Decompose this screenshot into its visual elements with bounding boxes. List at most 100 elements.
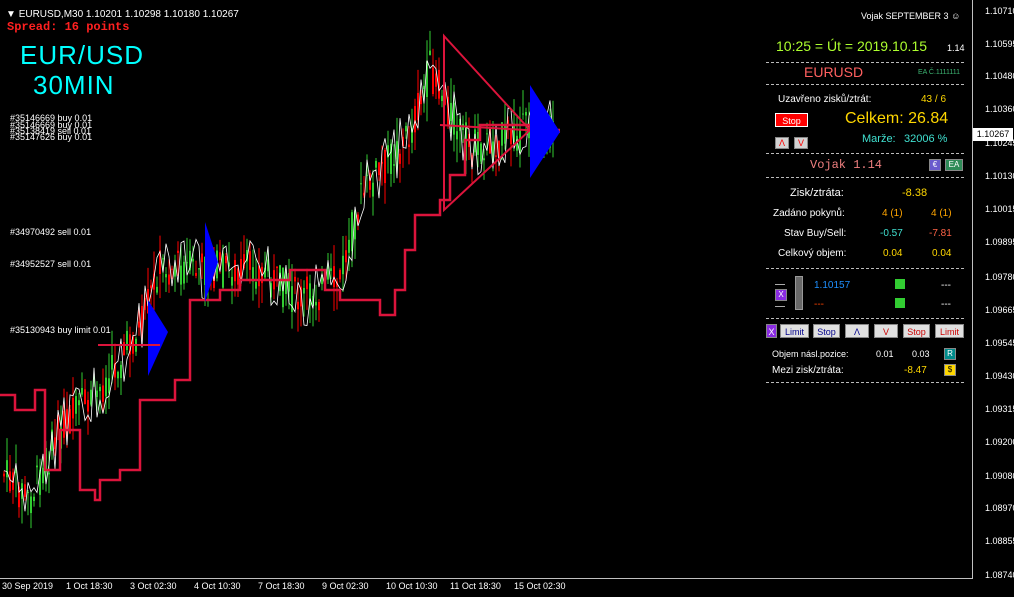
margin-value: 32006 % (904, 133, 948, 145)
candle-body (183, 261, 185, 284)
order-label[interactable]: #34970492 sell 0.01 (10, 227, 91, 237)
level-right-value: --- (941, 280, 951, 291)
sell-limit-button[interactable]: Limit (935, 324, 964, 338)
candle-body (99, 386, 101, 392)
price-tick: 1.10710 (985, 6, 1014, 16)
order-label[interactable]: #34952527 sell 0.01 (10, 259, 91, 269)
level-price: 1.10157 (814, 280, 851, 291)
order-label[interactable]: #35147626 buy 0.01 (10, 132, 92, 142)
dollar-button[interactable]: $ (944, 364, 956, 376)
candle-body (429, 50, 431, 55)
state-label: Stav Buy/Sell: (784, 228, 847, 239)
panel-divider (766, 62, 964, 63)
stop-all-button[interactable]: Stop (775, 113, 808, 127)
time-tick: 4 Oct 10:30 (194, 581, 241, 591)
price-tick: 1.09895 (985, 237, 1014, 247)
candle-body (522, 113, 524, 115)
candle-body (456, 131, 458, 140)
price-tick: 1.09200 (985, 437, 1014, 447)
candle-body (510, 129, 512, 145)
pl-value: -8.38 (902, 187, 928, 199)
candle-body (117, 371, 119, 379)
candle-body (198, 268, 200, 270)
logo-pair: EUR/USD (20, 40, 145, 70)
candle-body (30, 496, 32, 514)
candle-body (399, 153, 401, 164)
candle-body (384, 149, 386, 184)
state-sell: -7.81 (929, 228, 952, 239)
level-status-icon[interactable] (895, 298, 905, 308)
candle-body (192, 258, 194, 262)
candle-body (168, 274, 170, 285)
down-button[interactable]: V (794, 137, 808, 149)
panel-clock-suffix: 1.14 (947, 43, 965, 53)
candle-body (480, 143, 482, 162)
total-profit: Celkem: 26.84 (845, 110, 949, 127)
close-x-button[interactable]: X (766, 324, 777, 338)
panel-divider (766, 382, 964, 383)
panel-symbol: EURUSD (804, 64, 864, 80)
panel-divider (766, 318, 964, 319)
candle-body (360, 183, 362, 185)
candle-body (234, 260, 236, 282)
next-volume-label: Objem násl.pozice: (772, 349, 849, 359)
candle-body (450, 102, 452, 122)
candle-body (477, 131, 479, 155)
candle-body (525, 111, 527, 116)
projection-arrow (148, 300, 168, 376)
candle-body (294, 276, 296, 282)
level-line-icon (775, 284, 785, 285)
time-tick: 7 Oct 18:30 (258, 581, 305, 591)
buy-button[interactable]: Λ (845, 324, 869, 338)
candle-body (102, 385, 104, 402)
intermediate-value: -8.47 (904, 365, 927, 376)
price-tick: 1.08970 (985, 503, 1014, 513)
price-tick: 1.09780 (985, 272, 1014, 282)
state-buy: -0.57 (880, 228, 903, 239)
candle-body (78, 400, 80, 406)
candle-body (87, 400, 89, 412)
pl-label: Zisk/ztráta: (790, 187, 844, 199)
level-x-button[interactable]: X (775, 289, 787, 301)
candle-body (123, 342, 125, 356)
candle-body (33, 496, 35, 502)
euro-badge[interactable]: € (929, 159, 941, 171)
price-tick: 1.09430 (985, 371, 1014, 381)
candle-body (318, 301, 320, 311)
candle-body (162, 258, 164, 260)
candle-body (222, 253, 224, 288)
level-slider[interactable] (795, 276, 803, 310)
sell-stop-button[interactable]: Stop (903, 324, 930, 338)
price-tick: 1.09665 (985, 305, 1014, 315)
logo-timeframe: 30MIN (33, 70, 115, 100)
buy-stop-button[interactable]: Stop (813, 324, 840, 338)
candle-body (36, 465, 38, 468)
time-tick: 3 Oct 02:30 (130, 581, 177, 591)
candle-body (483, 158, 485, 161)
candle-body (126, 330, 128, 351)
level-status-icon[interactable] (895, 279, 905, 289)
level-price-empty: --- (814, 299, 824, 310)
panel-divider (766, 268, 964, 269)
panel-clock: 10:25 = Út = 2019.10.15 (776, 38, 928, 54)
candle-body (201, 253, 203, 263)
candle-body (138, 321, 140, 328)
ea-badge[interactable]: EA (945, 159, 963, 171)
candle-body (255, 281, 257, 289)
candle-body (330, 268, 332, 271)
sell-button[interactable]: V (874, 324, 898, 338)
reset-button[interactable]: R (944, 348, 956, 360)
candle-body (297, 301, 299, 310)
level-line-icon (775, 306, 785, 307)
buy-limit-button[interactable]: Limit (780, 324, 809, 338)
price-tick: 1.10130 (985, 171, 1014, 181)
candle-body (372, 182, 374, 197)
dropdown-icon[interactable]: ▼ (6, 9, 16, 20)
symbol-line: EURUSD,M30 1.10201 1.10298 1.10180 1.102… (18, 9, 239, 20)
up-button[interactable]: Λ (775, 137, 789, 149)
order-label[interactable]: #35130943 buy limit 0.01 (10, 325, 111, 335)
version-tag: Vojak SEPTEMBER 3 ☺ (861, 11, 960, 21)
price-tick: 1.08855 (985, 536, 1014, 546)
candle-body (96, 390, 98, 398)
candle-body (327, 270, 329, 280)
